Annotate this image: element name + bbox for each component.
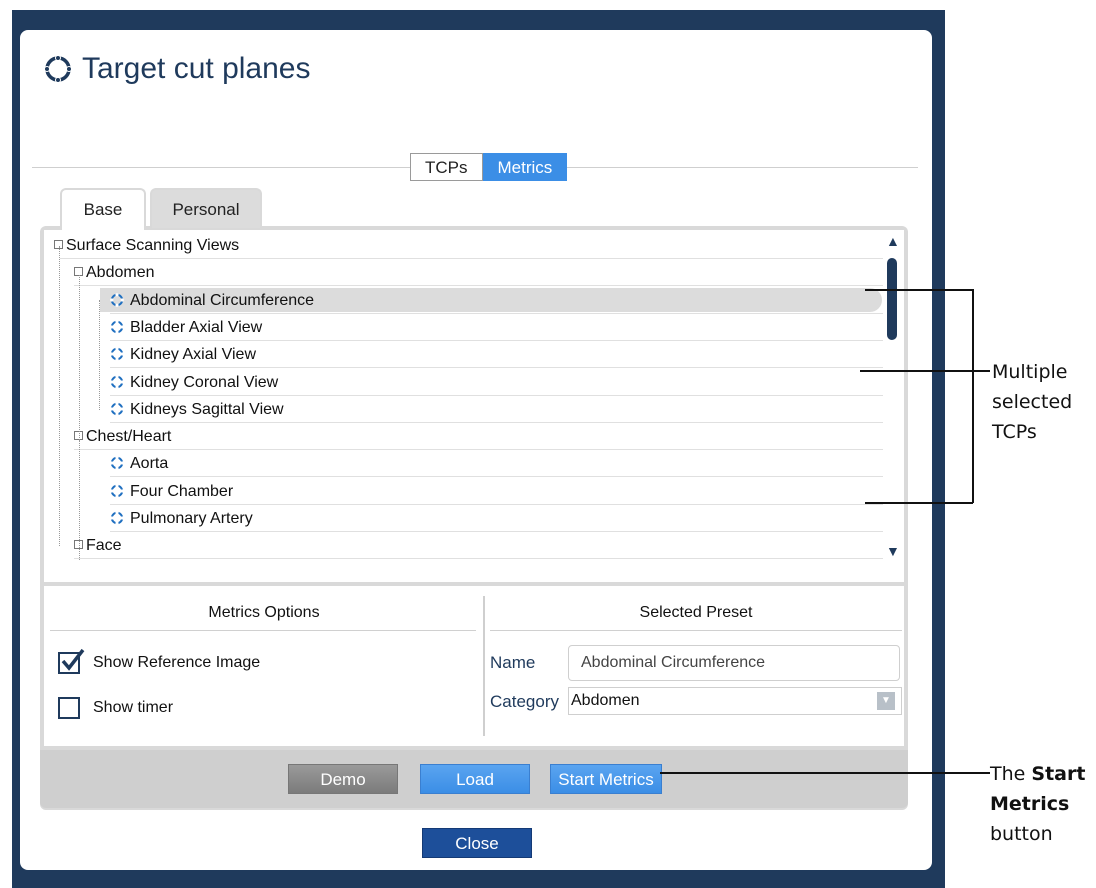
category-select[interactable]: Abdomen ▼ — [568, 687, 902, 715]
tree-label: Bladder Axial View — [130, 318, 263, 336]
scrollbar-thumb[interactable] — [887, 258, 897, 340]
callout-line-top — [865, 289, 973, 291]
mode-switch: TCPs Metrics — [410, 153, 568, 183]
checkmark-icon — [61, 648, 85, 671]
callout-line1: Multiple — [992, 361, 1068, 383]
name-label: Name — [490, 653, 536, 672]
category-value: Abdomen — [571, 692, 640, 709]
row-divider — [110, 531, 883, 532]
target-icon — [110, 320, 124, 334]
callout-line-start — [660, 772, 990, 774]
metrics-toggle-button[interactable]: Metrics — [482, 153, 568, 181]
selected-preset-rule — [490, 630, 902, 631]
dialog-header: Target cut planes — [44, 52, 310, 86]
row-divider — [74, 449, 883, 451]
dialog-title: Target cut planes — [82, 52, 311, 85]
tab-base[interactable]: Base — [60, 188, 146, 230]
tree-label: Abdomen — [86, 264, 155, 282]
callout-line3: TCPs — [992, 421, 1037, 443]
tree-label: Pulmonary Artery — [130, 510, 253, 527]
metrics-options-rule — [50, 630, 476, 631]
target-icon — [110, 456, 124, 471]
preset-name-input[interactable] — [568, 645, 900, 681]
tree-label: Kidney Axial View — [130, 346, 256, 364]
tree-label: Kidney Coronal View — [130, 373, 279, 391]
show-reference-image-label: Show Reference Image — [93, 654, 261, 671]
tree-item[interactable]: Kidney Axial View — [110, 342, 256, 368]
tree-node[interactable]: Chest/Heart — [74, 424, 171, 450]
metrics-options-title: Metrics Options — [208, 604, 320, 621]
tree-label: Surface Scanning Views — [66, 237, 240, 254]
row-divider — [110, 339, 883, 341]
tree-item[interactable]: Kidneys Sagittal View — [110, 397, 284, 423]
callout-start-bold2: Metrics — [990, 793, 1070, 815]
tree-item[interactable]: Four Chamber — [110, 479, 233, 505]
row-divider — [74, 558, 883, 560]
tree-item[interactable]: Aorta — [110, 451, 168, 477]
row-divider — [110, 476, 883, 478]
tree-label: Chest/Heart — [86, 428, 172, 446]
start-metrics-button[interactable]: Start Metrics — [550, 764, 662, 794]
tree-label: Kidneys Sagittal View — [130, 400, 284, 418]
target-icon — [110, 347, 124, 361]
tree-label: Aorta — [130, 455, 169, 473]
row-divider — [110, 367, 883, 369]
tab-personal[interactable]: Personal — [150, 188, 262, 228]
row-divider — [110, 503, 883, 505]
start-metrics-callout: The Start Metrics button — [990, 759, 1085, 849]
tree-guide-line — [59, 246, 61, 546]
callout-start-prefix: The — [990, 763, 1032, 785]
demo-button[interactable]: Demo — [288, 764, 398, 794]
row-divider — [110, 421, 883, 423]
show-timer-label: Show timer — [93, 699, 174, 716]
tree-item[interactable]: Abdominal Circumference — [110, 288, 314, 314]
tree-node[interactable]: Abdomen — [74, 260, 155, 286]
row-divider — [74, 285, 883, 287]
target-icon — [110, 511, 124, 525]
tree-node[interactable]: Face — [74, 533, 122, 559]
selected-preset-title: Selected Preset — [639, 604, 753, 621]
tree-item[interactable]: Pulmonary Artery — [110, 506, 253, 532]
dropdown-arrow-icon: ▼ — [877, 692, 895, 710]
show-reference-image-checkbox[interactable] — [58, 648, 85, 674]
load-button[interactable]: Load — [420, 764, 530, 794]
tree-guide-line — [99, 300, 101, 410]
tree-node[interactable]: Surface Scanning Views — [54, 233, 239, 259]
show-timer-checkbox[interactable] — [58, 697, 80, 719]
tree-label: Four Chamber — [130, 482, 234, 500]
target-icon — [44, 55, 72, 83]
row-divider — [60, 258, 883, 259]
tcps-toggle-button[interactable]: TCPs — [410, 153, 483, 181]
scroll-down-arrow-icon[interactable]: ▼ — [886, 543, 900, 559]
callout-start-bold1: Start — [1031, 763, 1086, 785]
row-divider — [110, 312, 883, 314]
callout-line2: selected — [992, 391, 1073, 413]
target-icon — [110, 401, 124, 416]
multiple-selected-callout: Multiple selected TCPs — [992, 357, 1072, 447]
tree-item[interactable]: Bladder Axial View — [110, 315, 262, 341]
callout-start-suffix: button — [990, 823, 1053, 845]
close-button[interactable]: Close — [422, 828, 532, 858]
callout-bracket — [972, 289, 974, 503]
target-icon — [110, 292, 124, 307]
scroll-up-arrow-icon[interactable]: ▲ — [886, 233, 900, 249]
callout-line-bottom — [865, 502, 973, 504]
row-divider — [110, 394, 883, 396]
tree-label: Abdominal Circumference — [130, 291, 315, 309]
tree-item[interactable]: Kidney Coronal View — [110, 370, 278, 396]
target-icon — [110, 374, 124, 389]
tree-guide-line — [79, 440, 81, 550]
tree-label: Face — [86, 537, 122, 555]
category-label: Category — [490, 692, 559, 711]
callout-line-middle — [860, 370, 990, 372]
target-icon — [110, 483, 124, 498]
